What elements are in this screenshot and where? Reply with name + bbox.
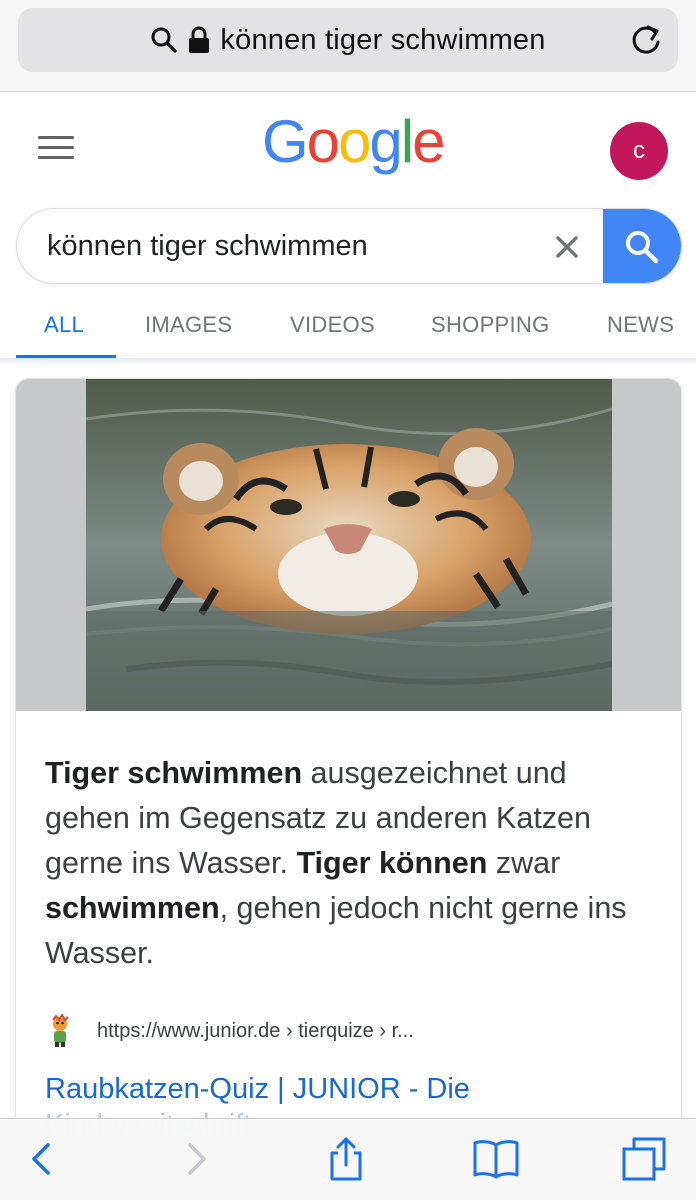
logo-letter: o: [306, 108, 340, 175]
tab-all[interactable]: ALL: [44, 312, 84, 338]
clear-icon[interactable]: [547, 227, 587, 267]
search-icon: [626, 231, 659, 264]
snippet-plain: zwar: [487, 846, 561, 880]
logo-letter: e: [412, 108, 445, 175]
forward-icon[interactable]: [172, 1135, 220, 1183]
result-title-link[interactable]: Raubkatzen-Quiz | JUNIOR - Die: [45, 1073, 470, 1106]
hamburger-menu-icon[interactable]: [38, 136, 74, 162]
snippet-bold: Tiger können: [296, 846, 488, 880]
share-icon[interactable]: [322, 1135, 370, 1183]
snippet-bold: schwimmen: [45, 891, 220, 925]
avatar-letter: c: [633, 137, 645, 164]
snippet-bold: Tiger schwimmen: [45, 756, 303, 790]
source-row[interactable]: https://www.junior.de › tierquize › r...: [45, 1011, 414, 1051]
featured-snippet-card: Tiger schwimmen ausgezeichnet und gehen …: [15, 378, 682, 1138]
tiger-image: [86, 379, 612, 711]
browser-toolbar: [0, 1118, 696, 1200]
reload-icon[interactable]: [628, 22, 664, 58]
lock-icon: [189, 26, 210, 53]
tab-news[interactable]: NEWS: [607, 312, 674, 338]
google-logo[interactable]: Google: [262, 112, 446, 172]
search-box: können tiger schwimmen: [16, 208, 682, 284]
avatar[interactable]: c: [610, 122, 668, 180]
tabs-icon[interactable]: [620, 1135, 668, 1183]
junior-favicon-icon: [52, 1014, 69, 1047]
snippet-image-area[interactable]: [16, 379, 681, 711]
address-field[interactable]: können tiger schwimmen: [18, 8, 678, 72]
source-url: https://www.junior.de › tierquize › r...: [97, 1019, 414, 1042]
address-text: können tiger schwimmen: [220, 23, 546, 56]
tab-images[interactable]: IMAGES: [145, 312, 232, 338]
snippet-text: Tiger schwimmen ausgezeichnet und gehen …: [45, 751, 655, 976]
search-tabs: ALL IMAGES VIDEOS SHOPPING NEWS: [0, 300, 696, 360]
logo-letter: l: [400, 108, 414, 175]
logo-letter: g: [369, 108, 402, 175]
tab-videos[interactable]: VIDEOS: [290, 312, 375, 338]
tabs-divider: [0, 358, 696, 366]
browser-address-bar-area: können tiger schwimmen: [0, 0, 696, 92]
search-input[interactable]: können tiger schwimmen: [47, 230, 368, 263]
search-button[interactable]: [603, 209, 681, 283]
tab-shopping[interactable]: SHOPPING: [431, 312, 550, 338]
logo-letter: G: [262, 108, 309, 175]
logo-letter: o: [338, 108, 371, 175]
bookmarks-icon[interactable]: [472, 1135, 520, 1183]
search-icon: [151, 27, 178, 53]
back-icon[interactable]: [18, 1135, 66, 1183]
